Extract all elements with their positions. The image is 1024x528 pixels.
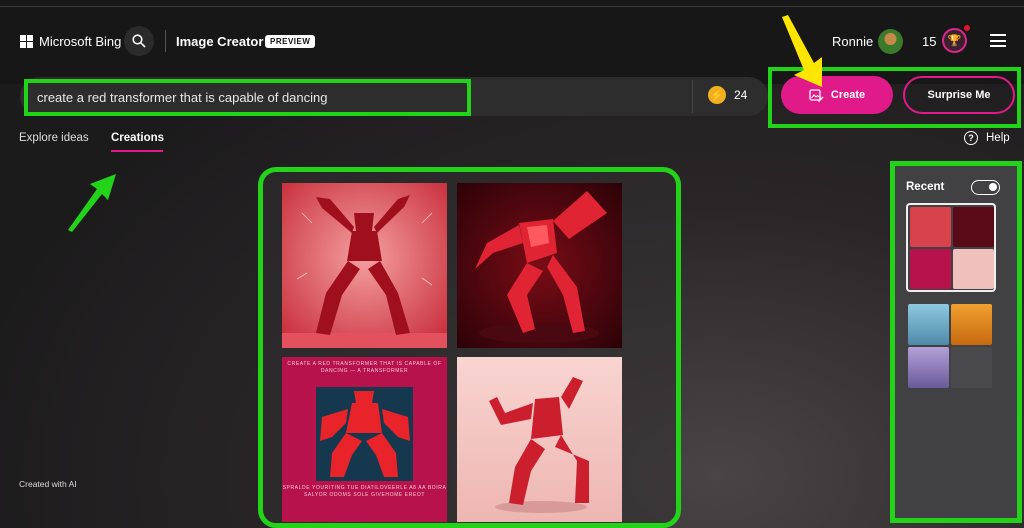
hamburger-menu-icon[interactable] (990, 34, 1006, 47)
annotation-arrow-green (68, 174, 116, 232)
tab-creations[interactable]: Creations (111, 132, 164, 144)
rewards-points[interactable]: 15 (922, 34, 936, 49)
recent-thumb-empty (951, 347, 992, 388)
poster-header-text: CREATE A RED TRANSFORMER THAT IS CAPABLE… (287, 361, 442, 374)
help-link[interactable]: ? Help (964, 131, 1010, 145)
microsoft-logo-icon (20, 35, 33, 48)
search-button[interactable] (124, 26, 154, 56)
search-icon (132, 34, 146, 48)
create-button[interactable]: Create (781, 76, 893, 114)
result-image-4[interactable] (457, 357, 622, 522)
notification-dot (964, 25, 970, 31)
avatar[interactable] (878, 29, 903, 54)
tab-explore-ideas[interactable]: Explore ideas (19, 132, 89, 144)
result-image-2[interactable] (457, 183, 622, 348)
recent-thumb (910, 249, 951, 289)
trophy-icon[interactable]: 🏆 (942, 28, 967, 53)
user-name[interactable]: Ronnie (832, 34, 873, 49)
prompt-input[interactable] (24, 79, 471, 116)
preview-badge: PREVIEW (265, 35, 316, 48)
microsoft-bing-logo[interactable]: Microsoft Bing (20, 34, 121, 49)
recent-thumb (953, 207, 994, 247)
result-image-1[interactable] (282, 183, 447, 348)
transformer-image-2 (457, 183, 622, 348)
recent-toggle[interactable] (971, 180, 1000, 195)
recent-label: Recent (906, 181, 945, 193)
boost-divider (692, 80, 693, 113)
question-icon: ? (964, 131, 978, 145)
recent-thumb (908, 304, 949, 345)
recent-set-people[interactable] (908, 304, 992, 388)
top-divider (0, 6, 1024, 7)
create-label: Create (830, 89, 866, 101)
recent-thumb (953, 249, 994, 289)
boost-count: 24 (734, 88, 748, 102)
recent-set-transformers[interactable] (906, 203, 996, 292)
created-with-ai-label: Created with AI (19, 479, 77, 489)
help-label: Help (986, 132, 1010, 144)
transformer-image-4 (457, 357, 622, 522)
recent-thumb (910, 207, 951, 247)
logo-text: Microsoft Bing (39, 34, 122, 49)
recent-thumb (908, 347, 949, 388)
result-image-3[interactable]: CREATE A RED TRANSFORMER THAT IS CAPABLE… (282, 357, 447, 522)
active-tab-indicator (111, 150, 163, 152)
poster-footer-text: SPRALDE YOURITING TUE DIATILOVEERLE A8 A… (282, 485, 447, 498)
boost-counter[interactable]: ⚡ 24 (708, 86, 747, 104)
surprise-me-button[interactable]: Surprise Me (903, 76, 1015, 114)
transformer-image-1 (282, 183, 447, 348)
lightning-icon: ⚡ (708, 86, 726, 104)
header-divider (165, 30, 166, 52)
image-create-icon (809, 88, 824, 102)
recent-thumb (951, 304, 992, 345)
app-title[interactable]: Image Creator (176, 34, 263, 49)
